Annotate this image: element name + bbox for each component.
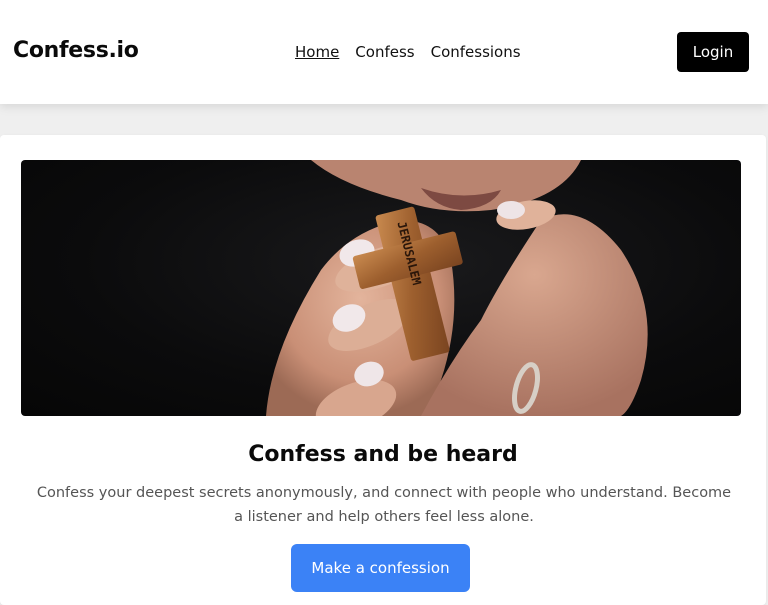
hero-image: JERUSALEM — [21, 160, 741, 416]
nav-confess-link[interactable]: Confess — [355, 43, 414, 61]
make-confession-button[interactable]: Make a confession — [291, 544, 470, 592]
main-nav: Home Confess Confessions — [295, 43, 521, 61]
hero-description: Confess your deepest secrets anonymously… — [36, 485, 732, 525]
login-button[interactable]: Login — [677, 32, 749, 72]
nav-home-link[interactable]: Home — [295, 43, 339, 61]
praying-hands-cross-illustration: JERUSALEM — [266, 160, 648, 416]
site-header: Confess.io Home Confess Confessions Logi… — [0, 0, 768, 104]
nav-confessions-link[interactable]: Confessions — [431, 43, 521, 61]
brand-logo[interactable]: Confess.io — [13, 38, 139, 63]
hero-headline: Confess and be heard — [248, 442, 518, 467]
hero-card: JERUSALEM Confess and be heard Confess y… — [0, 135, 766, 605]
